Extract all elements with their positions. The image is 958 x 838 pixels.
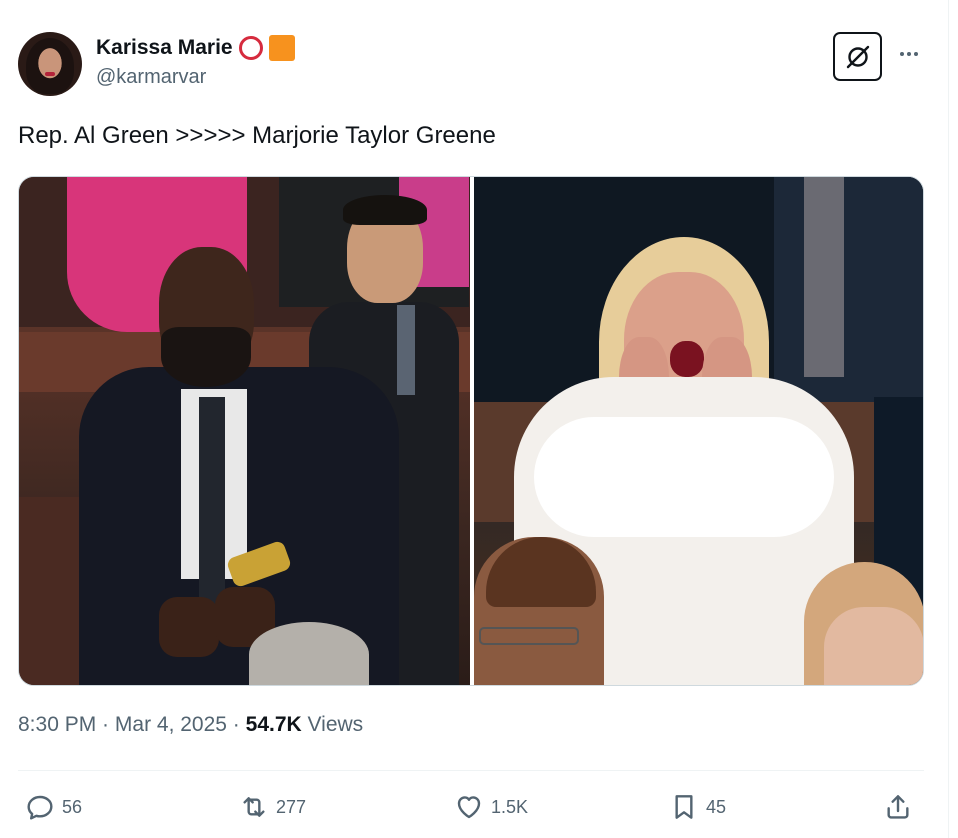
grok-icon <box>846 45 869 68</box>
tweet-time[interactable]: 8:30 PM <box>18 713 96 736</box>
more-icon <box>900 52 904 56</box>
repost-count: 277 <box>276 796 307 817</box>
like-button[interactable]: 1.5K <box>453 790 528 824</box>
more-icon <box>907 52 911 56</box>
avatar-portrait <box>26 38 74 94</box>
more-icon <box>914 52 918 56</box>
bookmark-count: 45 <box>706 796 727 817</box>
author-name-row[interactable]: Karissa Marie <box>96 35 295 61</box>
author-handle[interactable]: @karmarvar <box>96 66 206 89</box>
repost-icon <box>243 797 265 817</box>
orange-square-icon <box>268 35 295 61</box>
more-button[interactable] <box>895 40 923 68</box>
bookmark-button[interactable]: 45 <box>668 790 726 824</box>
tweet-date[interactable]: Mar 4, 2025 <box>115 713 227 736</box>
tweet-text: Rep. Al Green >>>>> Marjorie Taylor Gree… <box>18 122 496 149</box>
timeline-border <box>948 0 949 838</box>
share-icon <box>887 795 909 819</box>
author-name[interactable]: Karissa Marie <box>96 36 233 60</box>
heart-icon <box>457 796 481 819</box>
reply-icon <box>27 795 53 820</box>
like-count: 1.5K <box>491 796 529 817</box>
share-button[interactable] <box>882 790 914 824</box>
reply-count: 56 <box>62 796 83 817</box>
meta-separator: · <box>96 713 115 736</box>
grok-button[interactable] <box>833 32 882 81</box>
tweet-media[interactable] <box>18 176 924 686</box>
photo-left[interactable] <box>19 177 470 685</box>
reply-button[interactable]: 56 <box>24 790 82 824</box>
bookmark-icon <box>675 795 693 819</box>
red-ring-icon <box>238 36 263 60</box>
repost-button[interactable]: 277 <box>238 790 306 824</box>
divider <box>18 770 924 771</box>
photo-right[interactable] <box>474 177 923 685</box>
views-label: Views <box>301 713 364 736</box>
tweet-meta: 8:30 PM · Mar 4, 2025 · 54.7K Views <box>18 713 363 737</box>
avatar[interactable] <box>18 32 82 96</box>
meta-separator: · <box>226 713 246 736</box>
avatar-detail <box>45 72 55 76</box>
views-count: 54.7K <box>245 713 302 736</box>
